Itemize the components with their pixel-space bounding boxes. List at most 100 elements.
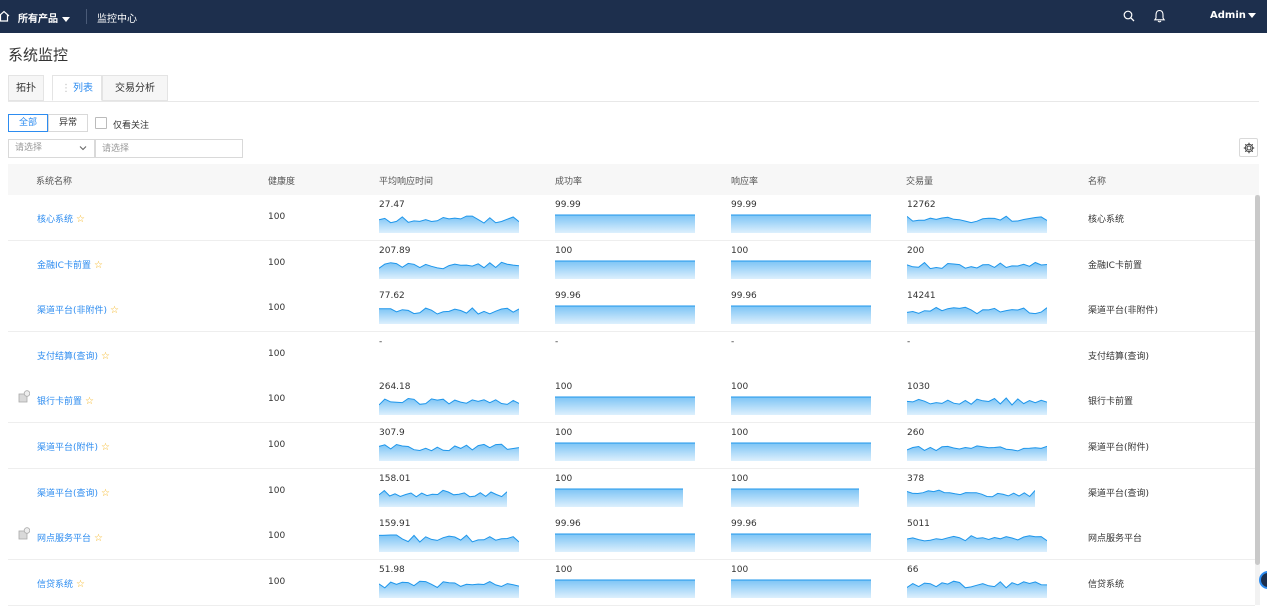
column-header-name[interactable]: 名称 [1088,174,1106,187]
metric-value-success: 100 [555,473,573,484]
table-row[interactable]: 网点服务平台 ☆ 100 159.91 99.96 99.96 5011 网点服务平台 [8,514,1255,561]
sparkline-avg_resp [379,580,519,598]
module-title[interactable]: 监控中心 [97,10,137,25]
user-menu[interactable]: Admin [1210,10,1256,21]
metric-value-volume: - [907,336,911,347]
system-name-text: 金融IC卡前置 [37,260,91,271]
caret-down-icon [1247,12,1256,18]
scrollbar-thumb[interactable] [1255,195,1260,565]
table-row[interactable]: 渠道平台(附件) ☆ 100 307.9 100 100 260 渠道平台(附件) [8,423,1255,469]
system-select-placeholder: 请选择 [15,143,43,153]
sparkline-response [731,305,871,325]
sparkline-response [731,579,871,598]
sparkline-success [555,260,695,279]
column-header-success-rate[interactable]: 成功率 [555,174,582,187]
system-name-link[interactable]: 网点服务平台 ☆ [37,531,103,544]
metric-value-volume: 5011 [907,519,930,530]
caret-down-icon [62,16,70,22]
metric-value-response: 99.99 [731,200,757,210]
table-row[interactable]: 支付结算(查询) ☆ 100- - - - 支付结算(查询) [8,331,1255,378]
search-icon[interactable] [1123,10,1135,22]
metric-value-success: 100 [555,564,573,575]
name-value: 核心系统 [1088,215,1125,225]
health-value: 100 [268,394,286,405]
instance-icon [18,527,30,540]
drag-handle-icon: ⋮ [61,83,71,94]
metric-value-response: 100 [731,473,749,484]
sparkline-volume [907,215,1047,233]
sparkline-volume [907,580,1047,598]
sparkline-success [555,396,695,416]
column-header-volume[interactable]: 交易量 [906,174,933,187]
system-select[interactable]: 请选择 [8,139,95,158]
sparkline-response [731,214,871,233]
name-value: 支付结算(查询) [1088,351,1150,362]
filter-abnormal-button[interactable]: 异常 [48,114,88,132]
star-icon[interactable]: ☆ [94,260,103,271]
column-settings-button[interactable] [1239,138,1258,157]
follow-only-label: 仅看关注 [113,121,150,131]
name-value: 渠道平台(非附件) [1088,306,1159,317]
name-value: 银行卡前置 [1088,397,1134,408]
column-header-health[interactable]: 健康度 [268,174,295,187]
star-icon[interactable]: ☆ [101,442,110,453]
sparkline-avg_resp [379,534,519,553]
column-header-response-rate[interactable]: 响应率 [731,174,758,187]
metric-value-avg_resp: - [379,336,383,347]
nav-divider [86,9,87,24]
star-icon[interactable]: ☆ [101,488,110,499]
tab-list[interactable]: ⋮ 列表 [52,75,102,101]
star-icon[interactable]: ☆ [76,214,85,225]
metric-value-success: 100 [555,428,573,438]
column-header-system[interactable]: 系统名称 [36,174,72,187]
filter-all-button[interactable]: 全部 [8,114,48,132]
system-name-link[interactable]: 渠道平台(查询) ☆ [37,486,110,499]
tab-transaction-analysis[interactable]: 交易分析 [102,75,168,101]
health-value: 100 [268,531,286,542]
table-row[interactable]: 渠道平台(非附件) ☆ 100 77.62 99.96 99.96 14241 渠道平台(非附… [8,286,1255,333]
system-name-link[interactable]: 支付结算(查询) ☆ [37,349,110,362]
system-name-link[interactable]: 银行卡前置 ☆ [37,394,94,407]
metric-value-avg_resp: 159.91 [379,519,411,530]
table-row[interactable]: 银行卡前置 ☆ 100 264.18 100 100 1030 银行卡前置 [8,377,1255,424]
sparkline-avg_resp [379,307,519,325]
system-name-link[interactable]: 信贷系统 ☆ [37,577,85,590]
sparkline-success [555,533,695,553]
metric-value-response: 100 [731,382,749,393]
table-row[interactable]: 渠道平台(查询) ☆ 100 158.01 100 100 378 渠道平台(查询) [8,468,1255,515]
metric-value-avg_resp: 51.98 [379,564,405,575]
table-row[interactable]: 核心系统 ☆ 100 27.47 99.99 99.99 12762 核心系统 [8,195,1255,241]
system-name-link[interactable]: 渠道平台(非附件) ☆ [37,303,119,316]
metric-value-avg_resp: 264.18 [379,382,411,393]
metric-value-volume: 14241 [907,291,936,302]
top-navigation-bar: 所有产品 监控中心 Admin [0,0,1267,33]
sparkline-success [555,305,695,325]
sparkline-avg_resp [379,215,519,233]
star-icon[interactable]: ☆ [76,579,85,590]
star-icon[interactable]: ☆ [85,396,94,407]
follow-only-checkbox[interactable] [95,117,107,129]
user-name: Admin [1210,10,1246,21]
filter-input[interactable] [95,139,243,158]
health-value: 100 [268,440,286,450]
system-name-link[interactable]: 渠道平台(附件) ☆ [37,440,110,453]
table-row[interactable]: 信贷系统 ☆ 100 51.98 100 100 66 信贷系统 [8,559,1255,606]
sparkline-success [555,579,695,598]
star-icon[interactable]: ☆ [94,533,103,544]
all-products-menu[interactable]: 所有产品 [18,10,70,25]
tab-topology[interactable]: 拓扑 [8,75,44,101]
star-icon[interactable]: ☆ [101,351,110,362]
metric-value-response: 100 [731,245,749,256]
system-name-text: 网点服务平台 [37,534,92,545]
table-row[interactable]: 金融IC卡前置 ☆ 100 207.89 100 100 200 金融IC卡前置 [8,240,1255,287]
home-icon[interactable] [0,10,10,22]
system-name-link[interactable]: 金融IC卡前置 ☆ [37,258,103,271]
floating-help-button[interactable] [1259,571,1267,589]
star-icon[interactable]: ☆ [110,305,119,316]
bell-icon[interactable] [1153,9,1166,23]
column-header-avg-response[interactable]: 平均响应时间 [379,174,433,187]
system-name-link[interactable]: 核心系统 ☆ [37,212,85,225]
sparkline-avg_resp [379,398,519,416]
health-value: 100 [268,485,286,496]
metric-value-volume: 260 [907,428,925,438]
